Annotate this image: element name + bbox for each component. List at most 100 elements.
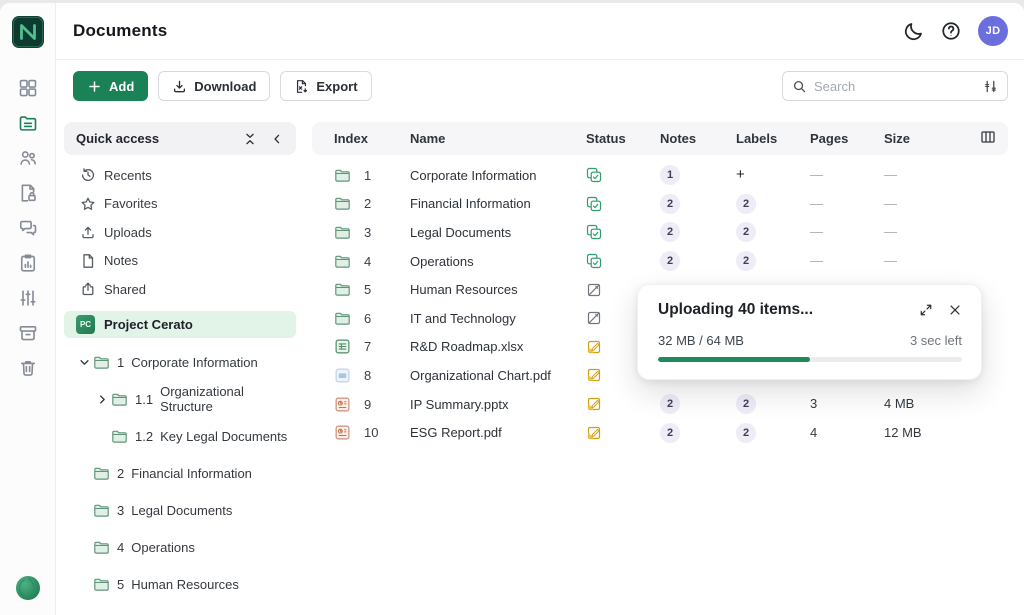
workspace-avatar[interactable] bbox=[15, 575, 41, 601]
row-name[interactable]: R&D Roadmap.xlsx bbox=[410, 339, 586, 354]
tree-item-label: Key Legal Documents bbox=[160, 429, 287, 444]
documents-icon[interactable] bbox=[18, 113, 38, 133]
app-logo[interactable] bbox=[12, 16, 44, 48]
tree-item-label: Legal Documents bbox=[131, 503, 232, 518]
row-index: 9 bbox=[364, 397, 371, 412]
toolbar: Add Download Export bbox=[56, 60, 1024, 101]
row-size: 4 MB bbox=[884, 396, 914, 411]
row-index: 2 bbox=[364, 196, 371, 211]
archive-icon[interactable] bbox=[18, 323, 38, 343]
filter-sliders-icon[interactable] bbox=[983, 79, 998, 94]
project-item-cerato[interactable]: PC Project Cerato bbox=[64, 311, 296, 338]
tree-item[interactable]: 3Legal Documents bbox=[64, 492, 296, 529]
row-name[interactable]: Financial Information bbox=[410, 196, 586, 211]
quick-access-item-favorites[interactable]: Favorites bbox=[64, 190, 296, 219]
column-settings-icon[interactable] bbox=[980, 129, 996, 145]
search-input[interactable] bbox=[814, 79, 976, 94]
tree-item[interactable]: 2Financial Information bbox=[64, 455, 296, 492]
search-icon bbox=[792, 79, 807, 94]
table-row[interactable]: 3Legal Documents22—— bbox=[312, 218, 1008, 247]
download-button[interactable]: Download bbox=[158, 71, 270, 101]
export-button[interactable]: Export bbox=[280, 71, 371, 101]
dark-mode-icon[interactable] bbox=[904, 21, 924, 41]
row-name[interactable]: Human Resources bbox=[410, 282, 586, 297]
chevron-down-icon[interactable] bbox=[78, 355, 93, 369]
notes-count-badge[interactable]: 2 bbox=[660, 251, 680, 271]
tree-item[interactable]: 5Human Resources bbox=[64, 566, 296, 603]
row-pages: — bbox=[810, 167, 823, 182]
row-name[interactable]: IP Summary.pptx bbox=[410, 397, 586, 412]
col-pages: Pages bbox=[810, 131, 884, 146]
upload-progress-fill bbox=[658, 357, 810, 362]
row-size: 12 MB bbox=[884, 425, 922, 440]
tree-item-label: Organizational Structure bbox=[160, 384, 296, 414]
quick-access-item-uploads[interactable]: Uploads bbox=[64, 218, 296, 247]
labels-count-badge[interactable]: 2 bbox=[736, 423, 756, 443]
quick-access-item-recents[interactable]: Recents bbox=[64, 161, 296, 190]
collapse-panel-icon[interactable] bbox=[270, 132, 284, 146]
notes-count-badge[interactable]: 2 bbox=[660, 394, 680, 414]
plus-icon bbox=[87, 79, 102, 94]
clipboard-report-icon[interactable] bbox=[18, 253, 38, 273]
row-name[interactable]: Organizational Chart.pdf bbox=[410, 368, 586, 383]
quick-access-panel: Quick access Recents Favorites bbox=[64, 122, 296, 615]
app-window: Documents JD Add Download Export bbox=[0, 3, 1024, 615]
presentation-icon bbox=[334, 396, 351, 413]
tree-item[interactable]: 4Operations bbox=[64, 529, 296, 566]
quick-access-item-notes[interactable]: Notes bbox=[64, 247, 296, 276]
tree-item[interactable]: 1.1Organizational Structure bbox=[64, 381, 296, 418]
labels-count-badge[interactable]: 2 bbox=[736, 222, 756, 242]
comments-icon[interactable] bbox=[18, 218, 38, 238]
notes-count-badge[interactable]: 2 bbox=[660, 423, 680, 443]
users-icon[interactable] bbox=[18, 148, 38, 168]
dashboard-icon[interactable] bbox=[18, 78, 38, 98]
add-button-label: Add bbox=[109, 79, 134, 94]
row-name[interactable]: Legal Documents bbox=[410, 225, 586, 240]
collapse-all-icon[interactable] bbox=[243, 132, 257, 146]
add-label-button[interactable]: + bbox=[736, 166, 745, 183]
table-row[interactable]: 9IP Summary.pptx2234 MB bbox=[312, 390, 1008, 419]
quick-access-label: Recents bbox=[104, 168, 152, 183]
folder-icon bbox=[93, 354, 110, 371]
folder-icon bbox=[111, 428, 128, 445]
add-button[interactable]: Add bbox=[73, 71, 148, 101]
row-size: — bbox=[884, 196, 897, 211]
trash-icon[interactable] bbox=[18, 358, 38, 378]
table-row[interactable]: 4Operations22—— bbox=[312, 247, 1008, 276]
folder-icon bbox=[93, 539, 110, 556]
status-approved-icon bbox=[586, 224, 660, 240]
export-button-label: Export bbox=[316, 79, 357, 94]
tree-item-number: 1 bbox=[117, 355, 124, 370]
close-icon[interactable] bbox=[948, 303, 962, 317]
expand-icon[interactable] bbox=[919, 303, 933, 317]
search-box[interactable] bbox=[782, 71, 1008, 101]
folder-icon bbox=[334, 224, 351, 241]
table-row[interactable]: 2Financial Information22—— bbox=[312, 190, 1008, 219]
labels-count-badge[interactable]: 2 bbox=[736, 394, 756, 414]
labels-count-badge[interactable]: 2 bbox=[736, 251, 756, 271]
notes-count-badge[interactable]: 2 bbox=[660, 222, 680, 242]
table-row[interactable]: 1Corporate Information1+—— bbox=[312, 161, 1008, 190]
secure-document-icon[interactable] bbox=[18, 183, 38, 203]
adjustments-icon[interactable] bbox=[18, 288, 38, 308]
folder-icon bbox=[93, 576, 110, 593]
row-name[interactable]: Corporate Information bbox=[410, 168, 586, 183]
labels-count-badge[interactable]: 2 bbox=[736, 194, 756, 214]
tree-item-label: Corporate Information bbox=[131, 355, 257, 370]
tree-item[interactable]: 1.2Key Legal Documents bbox=[64, 418, 296, 455]
shared-icon bbox=[80, 281, 96, 297]
uploads-icon bbox=[80, 224, 96, 240]
user-avatar[interactable]: JD bbox=[978, 16, 1008, 46]
notes-count-badge[interactable]: 1 bbox=[660, 165, 680, 185]
row-size: — bbox=[884, 224, 897, 239]
table-row[interactable]: 10ESG Report.pdf22412 MB bbox=[312, 418, 1008, 447]
tree-item[interactable]: 1 Corporate Information bbox=[64, 344, 296, 381]
row-name[interactable]: IT and Technology bbox=[410, 311, 586, 326]
quick-access-item-shared[interactable]: Shared bbox=[64, 275, 296, 304]
status-editing-icon bbox=[586, 396, 660, 412]
row-name[interactable]: ESG Report.pdf bbox=[410, 425, 586, 440]
notes-count-badge[interactable]: 2 bbox=[660, 194, 680, 214]
row-name[interactable]: Operations bbox=[410, 254, 586, 269]
help-icon[interactable] bbox=[941, 21, 961, 41]
chevron-right-icon[interactable] bbox=[96, 392, 111, 406]
